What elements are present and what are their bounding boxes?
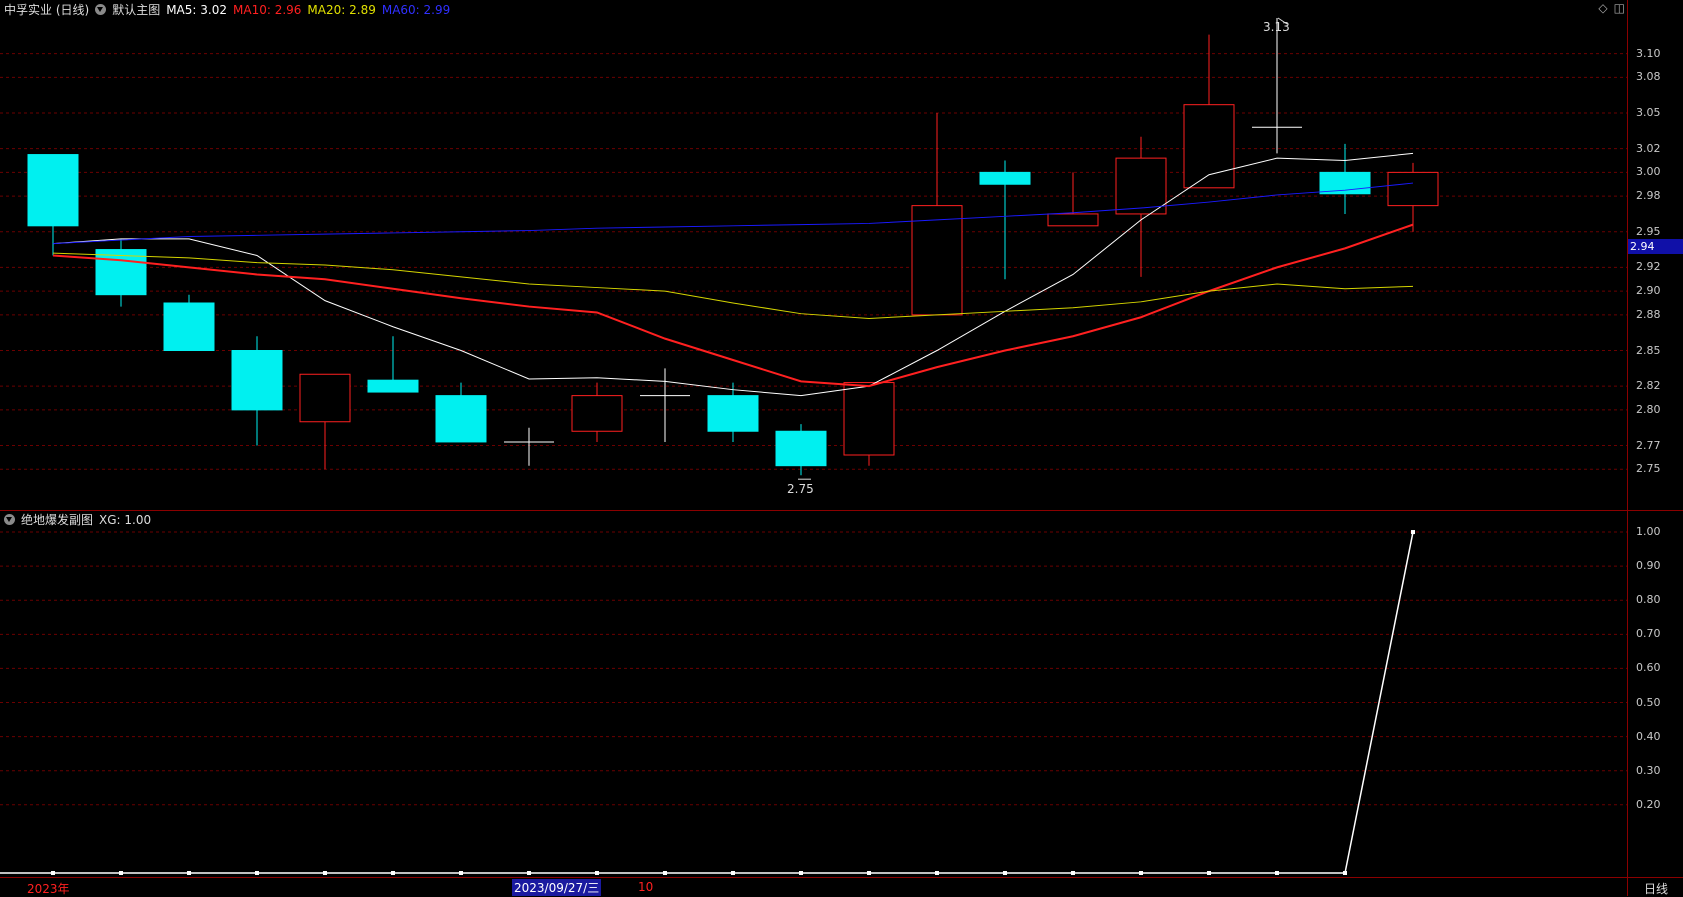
candle-body-down [163,302,215,351]
y-tick-label: 2.75 [1636,462,1661,476]
xg-point [595,871,599,875]
diamond-icon[interactable]: ◇ [1598,1,1607,15]
candle-body-down [775,430,827,467]
window-controls: ◇ ◫ [1598,1,1625,15]
xg-point [1139,871,1143,875]
main-price-chart[interactable] [0,0,1683,896]
ma20-label: MA20: [307,2,346,17]
y-tick-label: 2.95 [1636,224,1661,238]
ma10-value: 2.96 [274,2,302,17]
chart-stage[interactable]: 中孚实业 (日线) 默认主图 MA5: 3.02 MA10: 2.96 MA20… [0,0,1683,896]
xg-point [867,871,871,875]
xg-point [527,871,531,875]
candle-body-up [911,205,963,316]
candle-body-up [843,382,895,456]
current-price-tag: 2.94 [1628,239,1683,254]
ma60-label: MA60: [381,2,420,17]
candle-body-up [299,373,351,423]
y-tick-label: 2.85 [1636,343,1661,357]
ma-line-ma20 [52,252,1414,319]
candle-body-down [231,350,283,411]
xg-point [663,871,667,875]
xg-point [1275,871,1279,875]
main-chart-header: 中孚实业 (日线) 默认主图 MA5: 3.02 MA10: 2.96 MA20… [4,1,450,18]
xg-label: XG: [99,512,121,527]
sub-chart-header: 绝地爆发副图 XG: 1.00 [4,511,151,528]
xg-point [323,871,327,875]
candle-body-up [1115,157,1167,215]
x-year-label: 2023年 [27,882,70,896]
xg-point [459,871,463,875]
y-tick-label: 2.98 [1636,189,1661,203]
y-tick-label: 0.70 [1636,627,1661,641]
xg-point [935,871,939,875]
candle-body-up [1047,213,1099,227]
chevron-down-icon[interactable] [4,514,15,525]
chevron-down-icon[interactable] [95,4,107,15]
ma-line-ma60 [52,182,1414,245]
y-tick-label: 3.08 [1636,70,1661,84]
ma20-value: 2.89 [349,2,376,17]
y-tick-label: 3.00 [1636,165,1661,179]
ma5-value: 3.02 [200,2,227,17]
y-tick-label: 0.80 [1636,593,1661,607]
ma10-label: MA10: [233,2,271,17]
xg-point [799,871,803,875]
high-annotation: 3.13 [1263,20,1290,34]
xg-point [1071,871,1075,875]
y-tick-label: 0.60 [1636,661,1661,675]
candle-body-down [435,395,487,443]
candle-body-up [571,395,623,432]
xg-point [1207,871,1211,875]
y-tick-label: 2.82 [1636,379,1661,393]
xg-point [731,871,735,875]
period-label[interactable]: 日线 [1644,880,1668,897]
y-tick-label: 3.02 [1636,141,1661,155]
ma5-label: MA5: [166,2,197,17]
y-axis-divider [1627,0,1628,896]
candle-body-up [1387,171,1439,207]
xg-value: 1.00 [124,512,152,527]
pane-divider[interactable] [0,510,1683,511]
x-axis-divider [0,877,1683,878]
y-tick-label: 1.00 [1636,525,1661,539]
y-tick-label: 2.88 [1636,307,1661,321]
y-tick-label: 0.20 [1636,797,1661,811]
y-tick-label: 2.80 [1636,402,1661,416]
ma60-value: 2.99 [423,2,451,17]
xg-point [1003,871,1007,875]
xg-point [187,871,191,875]
candle-body-down [707,395,759,432]
y-tick-label: 2.77 [1636,438,1661,452]
low-annotation: 2.75 [787,482,814,496]
candle-body-down [367,379,419,393]
xg-point [255,871,259,875]
xg-point [1343,871,1347,875]
y-tick-label: 0.90 [1636,559,1661,573]
y-tick-label: 2.92 [1636,260,1661,274]
y-tick-label: 3.10 [1636,46,1661,60]
xg-point [1411,530,1415,535]
y-tick-label: 0.40 [1636,729,1661,743]
candle-body-down [27,154,79,227]
y-tick-label: 0.50 [1636,695,1661,709]
template-name[interactable]: 默认主图 [112,1,160,18]
xg-point [119,871,123,875]
x-month-label: 10 [638,880,654,894]
y-tick-label: 2.90 [1636,284,1661,298]
xg-point [391,871,395,875]
candle-body-down [979,171,1031,185]
y-tick-label: 0.30 [1636,763,1661,777]
y-tick-label: 3.05 [1636,106,1661,119]
stock-name[interactable]: 中孚实业 (日线) [4,1,89,18]
cursor-date-label: 2023/09/27/三 [512,879,602,896]
layout-icon[interactable]: ◫ [1614,1,1625,15]
sub-chart-title[interactable]: 绝地爆发副图 [21,511,93,528]
